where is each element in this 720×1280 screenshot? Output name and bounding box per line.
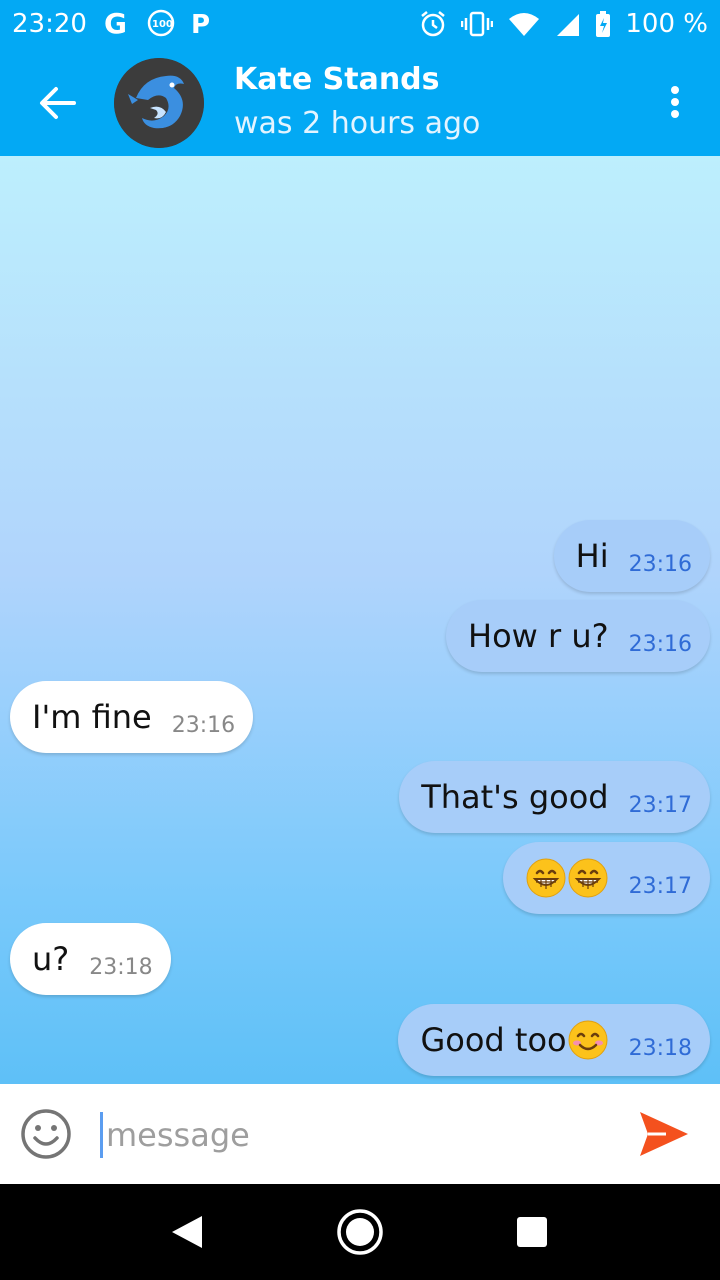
grinning-face-emoji-icon bbox=[526, 858, 566, 898]
svg-text:100: 100 bbox=[152, 19, 173, 30]
message-time: 23:18 bbox=[89, 954, 153, 980]
message-time: 23:16 bbox=[171, 712, 236, 738]
nav-back-button[interactable] bbox=[170, 1214, 204, 1250]
message-input[interactable] bbox=[104, 1104, 608, 1166]
more-options-button[interactable] bbox=[660, 82, 690, 122]
vibrate-icon bbox=[461, 10, 494, 38]
battery-icon bbox=[595, 10, 611, 38]
nav-home-button[interactable] bbox=[336, 1208, 384, 1256]
message-emoji bbox=[525, 857, 609, 899]
chat-header: Kate Stands was 2 hours ago bbox=[0, 50, 720, 156]
message-time: 23:18 bbox=[628, 1035, 692, 1061]
system-nav-bar bbox=[0, 1184, 720, 1280]
message-text: That's good bbox=[421, 778, 609, 816]
message-time: 23:17 bbox=[628, 873, 692, 899]
square-recents-icon bbox=[517, 1217, 547, 1247]
nav-recents-button[interactable] bbox=[516, 1216, 548, 1248]
more-vert-icon bbox=[671, 86, 679, 118]
dolphin-avatar-icon bbox=[114, 58, 204, 148]
message-composer bbox=[0, 1084, 720, 1184]
message-time: 23:17 bbox=[628, 792, 692, 818]
grinning-face-emoji-icon bbox=[568, 858, 608, 898]
message-bubble-incoming[interactable]: I'm fine 23:16 bbox=[10, 681, 254, 753]
smiley-icon bbox=[21, 1109, 71, 1159]
data-saver-icon: 100 bbox=[146, 8, 176, 38]
message-bubble-outgoing[interactable]: 23:17 bbox=[502, 842, 710, 914]
alarm-icon bbox=[419, 10, 447, 38]
circle-home-icon bbox=[337, 1209, 383, 1255]
contact-name[interactable]: Kate Stands bbox=[234, 62, 440, 97]
svg-text:P: P bbox=[191, 10, 210, 38]
message-bubble-outgoing[interactable]: Hi 23:16 bbox=[553, 520, 710, 592]
triangle-back-icon bbox=[172, 1216, 202, 1248]
message-text: How r u? bbox=[468, 617, 609, 655]
message-text: I'm fine bbox=[32, 698, 152, 736]
message-list[interactable]: Hi 23:16 How r u? 23:16 I'm fine 23:16 T… bbox=[0, 156, 720, 1084]
send-icon bbox=[640, 1112, 688, 1156]
google-icon: G bbox=[104, 8, 132, 38]
message-text: u? bbox=[32, 940, 70, 978]
avatar[interactable] bbox=[114, 58, 204, 148]
message-text: Hi bbox=[575, 537, 609, 575]
message-bubble-outgoing[interactable]: That's good 23:17 bbox=[399, 761, 710, 833]
text-cursor bbox=[100, 1112, 103, 1158]
status-left-icons: G 100 P bbox=[104, 8, 214, 38]
status-right-icons: 100 % bbox=[419, 9, 708, 39]
message-time: 23:16 bbox=[628, 631, 692, 657]
status-time: 23:20 bbox=[12, 9, 87, 39]
smiling-face-blush-emoji-icon bbox=[568, 1020, 608, 1060]
status-bar: 23:20 G 100 P 100 % bbox=[0, 0, 720, 50]
parking-icon: P bbox=[190, 8, 214, 38]
arrow-back-icon bbox=[40, 87, 76, 119]
send-button[interactable] bbox=[636, 1106, 692, 1162]
message-time: 23:16 bbox=[628, 551, 692, 577]
signal-icon bbox=[555, 10, 581, 38]
message-bubble-outgoing[interactable]: How r u? 23:16 bbox=[446, 600, 710, 672]
message-bubble-outgoing[interactable]: Good too 23:18 bbox=[398, 1004, 710, 1076]
contact-last-seen: was 2 hours ago bbox=[234, 106, 481, 141]
svg-text:G: G bbox=[104, 8, 127, 38]
message-bubble-incoming[interactable]: u? 23:18 bbox=[10, 923, 171, 995]
battery-percent: 100 % bbox=[625, 9, 708, 39]
wifi-icon bbox=[507, 10, 541, 38]
back-button[interactable] bbox=[34, 80, 84, 126]
emoji-button[interactable] bbox=[20, 1108, 72, 1160]
message-text: Good too bbox=[420, 1021, 567, 1059]
